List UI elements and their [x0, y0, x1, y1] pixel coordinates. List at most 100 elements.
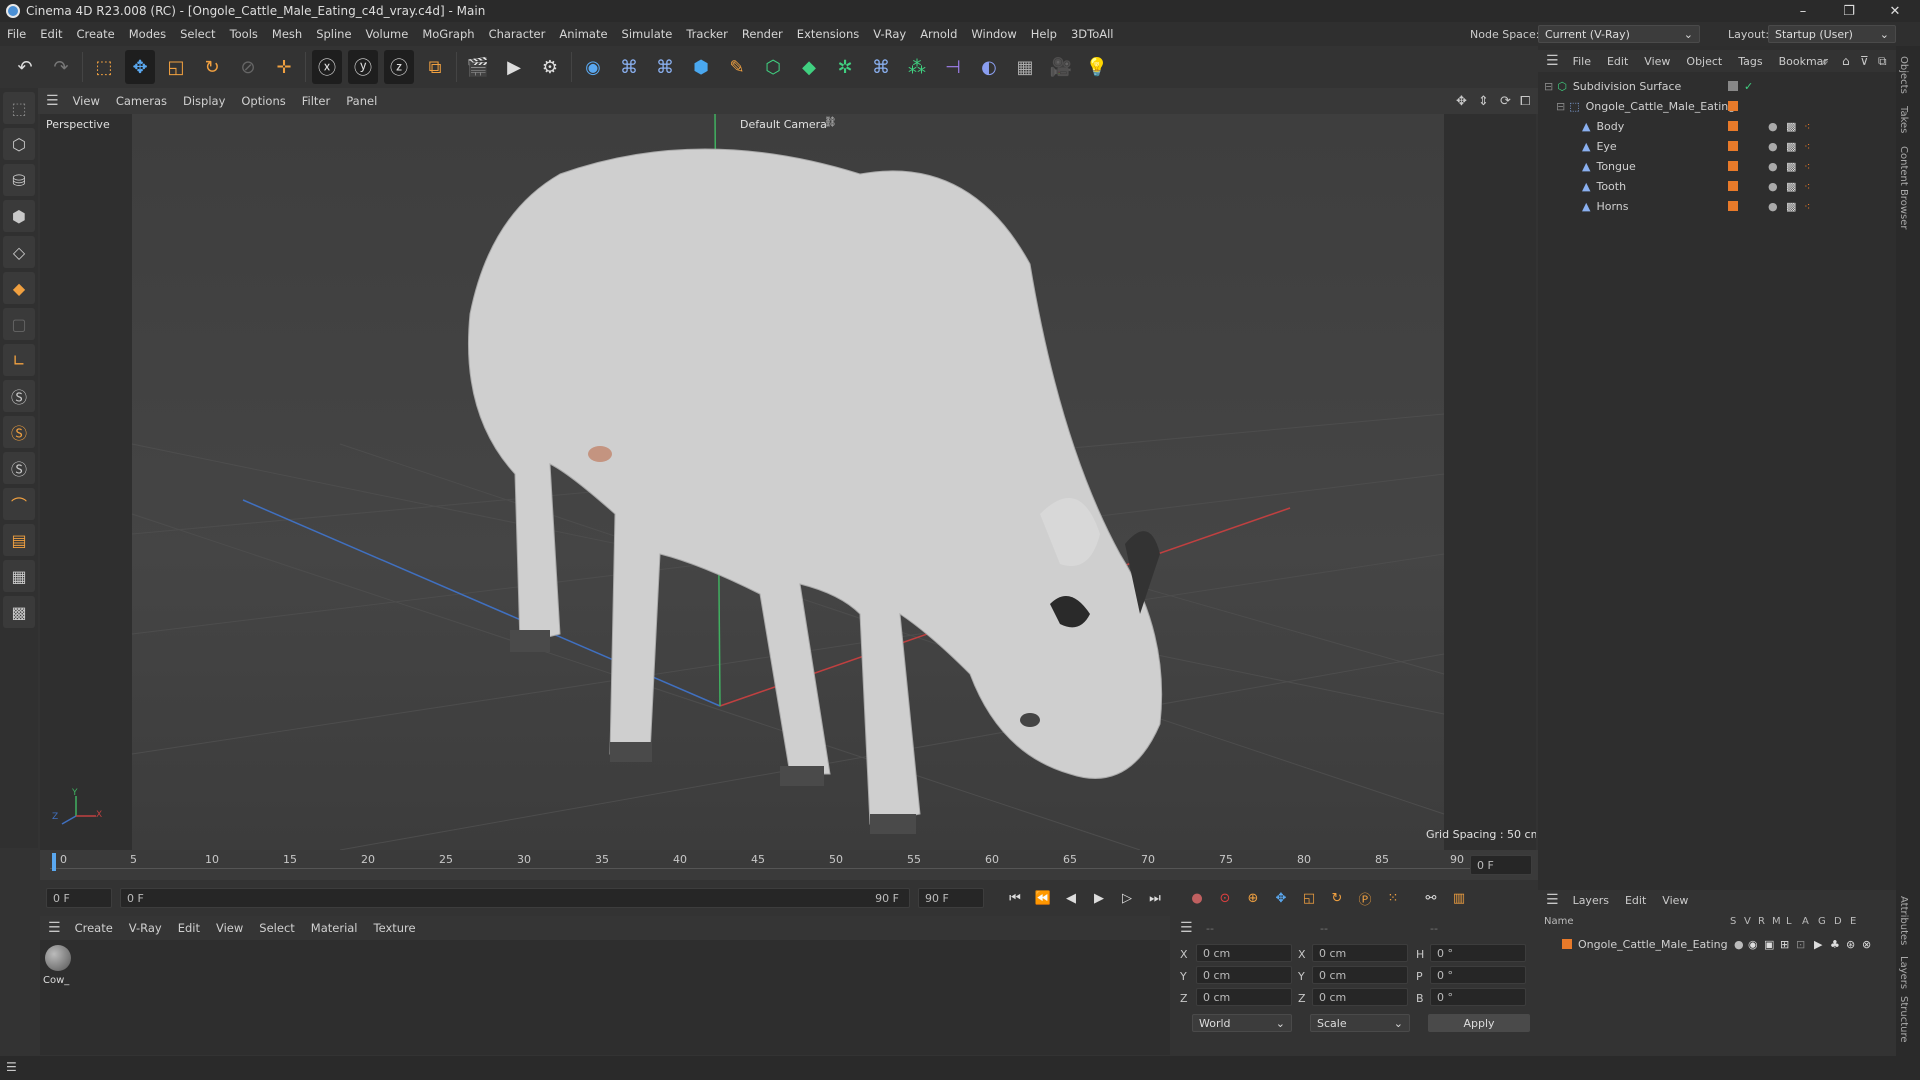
key-pla-icon[interactable]: ⁙ — [1382, 887, 1404, 909]
deformer-icon[interactable]: ⊣ — [938, 50, 968, 84]
tab-takes[interactable]: Takes — [1898, 106, 1909, 133]
grid-icon[interactable]: ▦ — [3, 560, 35, 592]
object-menu-view[interactable]: View — [1636, 55, 1678, 68]
position-z-field[interactable]: 0 cm — [1196, 988, 1292, 1006]
material-tag-icon[interactable]: ● — [1768, 200, 1778, 213]
tab-layers[interactable]: Layers — [1898, 956, 1909, 989]
timeline-ruler[interactable]: 0 5 10 15 20 25 30 35 40 45 50 55 60 65 … — [40, 850, 1538, 880]
menu-tools[interactable]: Tools — [223, 27, 265, 41]
keyframe-selection-icon[interactable]: ⊕ — [1242, 887, 1264, 909]
coordinate-mode-dropdown[interactable]: World ⌄ — [1192, 1014, 1292, 1032]
orbit-icon[interactable]: ⟳ — [1500, 94, 1511, 109]
hamburger-menu-icon[interactable]: ☰ — [38, 93, 65, 109]
start-frame-field[interactable]: 0 F — [46, 888, 112, 908]
menu-animate[interactable]: Animate — [552, 27, 614, 41]
scale-tool-icon[interactable]: ◱ — [161, 50, 191, 84]
hamburger-menu-icon[interactable]: ☰ — [6, 1060, 17, 1074]
layout-dropdown[interactable]: Startup (User) ⌄ — [1768, 25, 1896, 43]
camera-icon[interactable]: 🎥 — [1046, 50, 1076, 84]
python-script-2-icon[interactable]: ⌘ — [650, 50, 680, 84]
menu-mesh[interactable]: Mesh — [265, 27, 309, 41]
lock-icon[interactable]: ⊡ — [1796, 938, 1805, 951]
tab-structure[interactable]: Structure — [1898, 996, 1909, 1043]
move-tool-icon[interactable]: ✥ — [125, 50, 155, 84]
snap-white-icon[interactable]: Ⓢ — [3, 452, 35, 484]
rotate-tool-icon[interactable]: ↻ — [197, 50, 227, 84]
uvw-tag-icon[interactable]: ▩ — [1786, 140, 1796, 153]
material-menu-edit[interactable]: Edit — [170, 921, 208, 935]
record-keys-icon[interactable]: ● — [1186, 887, 1208, 909]
new-window-icon[interactable]: ⧉ — [1878, 54, 1887, 69]
node-space-dropdown[interactable]: Current (V-Ray) ⌄ — [1538, 25, 1700, 43]
expressions-icon[interactable]: ⊗ — [1862, 938, 1871, 951]
goto-prev-key-icon[interactable]: ⏪ — [1032, 887, 1054, 909]
locked-workplane-icon[interactable]: ▩ — [3, 596, 35, 628]
apply-button[interactable]: Apply — [1428, 1014, 1530, 1032]
pan-icon[interactable]: ✥ — [1456, 94, 1467, 109]
generators-icon[interactable]: ♣ — [1830, 938, 1840, 951]
tab-objects[interactable]: Objects — [1898, 56, 1909, 94]
menu-vray[interactable]: V-Ray — [866, 27, 913, 41]
object-row[interactable]: ▲ Body ● ▩ ⁖ — [1538, 116, 1896, 136]
menu-window[interactable]: Window — [964, 27, 1023, 41]
tab-content-browser[interactable]: Content Browser — [1898, 146, 1909, 229]
enabled-check-icon[interactable]: ✓ — [1744, 80, 1753, 93]
menu-modes[interactable]: Modes — [122, 27, 173, 41]
position-y-field[interactable]: 0 cm — [1196, 966, 1292, 984]
uvw-tag-icon[interactable]: ▩ — [1786, 160, 1796, 173]
next-frame-icon[interactable]: ▷ — [1116, 887, 1138, 909]
motion-system-icon[interactable]: ⚯ — [1420, 887, 1442, 909]
undo-icon[interactable]: ↶ — [10, 50, 40, 84]
selection-tag-icon[interactable]: ⁖ — [1804, 160, 1810, 173]
python-script-icon[interactable]: ⌘ — [614, 50, 644, 84]
3d-viewport[interactable]: Perspective Default Camera ⛓ Grid Spacin… — [40, 114, 1536, 850]
menu-volume[interactable]: Volume — [359, 27, 416, 41]
extrude-generator-icon[interactable]: ◆ — [794, 50, 824, 84]
live-selection-icon[interactable]: ⬚ — [89, 50, 119, 84]
size-z-field[interactable]: 0 cm — [1312, 988, 1408, 1006]
material-tag-icon[interactable]: ● — [1768, 160, 1778, 173]
menu-edit[interactable]: Edit — [33, 27, 69, 41]
uvw-tag-icon[interactable]: ▩ — [1786, 120, 1796, 133]
current-frame-field[interactable]: 0 F — [1470, 855, 1532, 875]
menu-render[interactable]: Render — [735, 27, 790, 41]
object-row[interactable]: ▲ Horns ● ▩ ⁖ — [1538, 196, 1896, 216]
menu-extensions[interactable]: Extensions — [790, 27, 866, 41]
home-icon[interactable]: ⌂ — [1842, 54, 1850, 68]
layers-menu-edit[interactable]: Edit — [1617, 894, 1654, 907]
polygons-mode-icon[interactable]: ◆ — [3, 272, 35, 304]
search-icon[interactable]: ⌕ — [1822, 54, 1829, 69]
material-menu-select[interactable]: Select — [251, 921, 302, 935]
render-icon[interactable]: ▣ — [1764, 938, 1774, 951]
frame-range-slider[interactable]: 0 F 90 F — [120, 888, 910, 908]
object-mode-icon[interactable]: ⬡ — [3, 128, 35, 160]
object-row[interactable]: ▲ Tongue ● ▩ ⁖ — [1538, 156, 1896, 176]
snap-icon[interactable]: Ⓢ — [3, 380, 35, 412]
play-icon[interactable]: ▶ — [1088, 887, 1110, 909]
python-generator-icon[interactable]: ⌘ — [866, 50, 896, 84]
goto-start-icon[interactable]: ⏮ — [1004, 887, 1026, 909]
edges-mode-icon[interactable]: ◇ — [3, 236, 35, 268]
close-button[interactable]: ✕ — [1872, 0, 1918, 22]
layers-menu-view[interactable]: View — [1654, 894, 1696, 907]
key-position-icon[interactable]: ✥ — [1270, 887, 1292, 909]
render-settings-icon[interactable]: ⚙ — [535, 50, 565, 84]
size-y-field[interactable]: 0 cm — [1312, 966, 1408, 984]
menu-simulate[interactable]: Simulate — [615, 27, 680, 41]
key-scale-icon[interactable]: ◱ — [1298, 887, 1320, 909]
coordinate-system-icon[interactable]: ⧉ — [420, 50, 450, 84]
key-rotation-icon[interactable]: ↻ — [1326, 887, 1348, 909]
floor-icon[interactable]: ▦ — [1010, 50, 1040, 84]
menu-character[interactable]: Character — [482, 27, 553, 41]
menu-3dtoall[interactable]: 3DToAll — [1064, 27, 1121, 41]
axis-mode-icon[interactable]: ∟ — [3, 344, 35, 376]
timeline-window-icon[interactable]: ▥ — [1448, 887, 1470, 909]
selection-tag-icon[interactable]: ⁖ — [1804, 200, 1810, 213]
hamburger-menu-icon[interactable]: ☰ — [40, 920, 67, 936]
object-row[interactable]: ▲ Eye ● ▩ ⁖ — [1538, 136, 1896, 156]
menu-create[interactable]: Create — [70, 27, 122, 41]
viewport-menu-display[interactable]: Display — [175, 94, 233, 108]
points-mode-icon[interactable]: ⬢ — [3, 200, 35, 232]
field-icon[interactable]: ◐ — [974, 50, 1004, 84]
object-menu-file[interactable]: File — [1565, 55, 1599, 68]
